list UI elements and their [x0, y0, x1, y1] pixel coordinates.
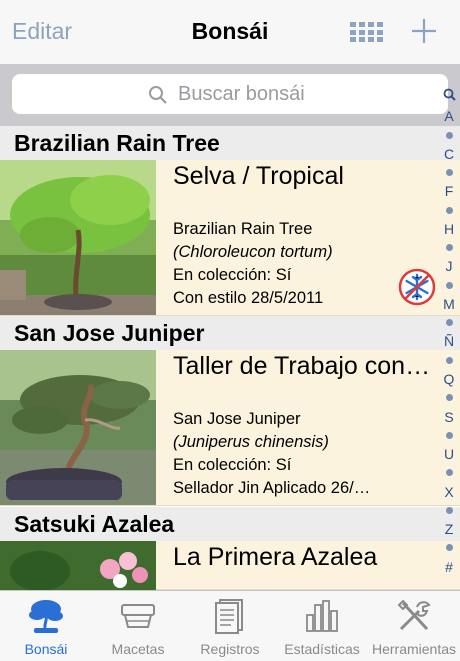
collection-status: En colección: Sí	[173, 266, 292, 284]
tab-bar: Bonsái Macetas Registros Estadísticas He…	[0, 590, 460, 661]
index-dot	[445, 431, 453, 439]
list-item[interactable]: Selva / Tropical Brazilian Rain Tree (Ch…	[0, 160, 460, 316]
collection-status: En colección: Sí	[173, 456, 292, 474]
search-icon	[149, 86, 167, 104]
tools-icon	[397, 599, 431, 631]
page-title: Bonsái	[191, 18, 269, 44]
index-dot	[445, 394, 453, 402]
index-letter[interactable]: A	[444, 109, 453, 123]
index-letter[interactable]: J	[446, 259, 453, 273]
index-dot	[445, 469, 453, 477]
last-event: Con estilo 28/5/2011	[173, 289, 324, 307]
section-header-label: Satsuki Azalea	[14, 511, 175, 537]
tab-herramientas[interactable]: Herramientas	[368, 591, 460, 661]
tab-macetas[interactable]: Macetas	[92, 591, 184, 661]
bonsai-details: San Jose Juniper (Juniperus chinensis) E…	[173, 408, 395, 500]
index-search-icon[interactable]	[443, 88, 456, 101]
index-dot	[445, 319, 453, 327]
last-event: Sellador Jin Aplicado 26/…	[173, 479, 371, 497]
pot-icon	[121, 604, 155, 628]
search-placeholder: Buscar bonsái	[178, 83, 305, 105]
section-header: Satsuki Azalea	[0, 507, 460, 541]
tab-estadisticas[interactable]: Estadísticas	[276, 591, 368, 661]
section-header-label: San Jose Juniper	[14, 320, 205, 346]
bonsai-title: La Primera Azalea	[173, 543, 378, 571]
common-name: San Jose Juniper	[173, 410, 301, 428]
index-dot	[445, 356, 453, 364]
index-dot	[445, 544, 453, 552]
index-dot	[445, 169, 453, 177]
tab-bonsai[interactable]: Bonsái	[0, 591, 92, 661]
navigation-bar: Editar Bonsái	[0, 0, 460, 64]
grid-view-icon[interactable]	[350, 22, 384, 42]
index-letter[interactable]: F	[445, 184, 454, 198]
bonsai-photo	[0, 160, 156, 315]
search-bar: Buscar bonsái	[0, 64, 460, 126]
bonsai-title: Selva / Tropical	[173, 162, 344, 190]
index-letter[interactable]: S	[444, 410, 453, 424]
index-dot	[445, 131, 453, 139]
index-letter[interactable]: U	[444, 447, 454, 461]
add-icon[interactable]	[410, 17, 438, 45]
tab-registros[interactable]: Registros	[184, 591, 276, 661]
search-input[interactable]: Buscar bonsái	[12, 74, 448, 114]
tab-label: Estadísticas	[284, 641, 360, 657]
tab-label: Herramientas	[371, 641, 457, 657]
index-letter[interactable]: C	[444, 147, 454, 161]
tab-label: Macetas	[111, 641, 165, 657]
index-letter[interactable]: #	[445, 560, 453, 574]
list-item[interactable]: Taller de Trabajo con… San Jose Juniper …	[0, 350, 460, 506]
index-letter[interactable]: Ñ	[444, 334, 454, 348]
scientific-name: (Chloroleucon tortum)	[173, 243, 333, 261]
tab-label: Bonsái	[24, 641, 68, 657]
index-letter[interactable]: M	[443, 297, 455, 311]
section-header-label: Brazilian Rain Tree	[14, 130, 220, 156]
index-dot	[445, 281, 453, 289]
no-frost-icon	[398, 268, 436, 306]
index-dot	[445, 244, 453, 252]
section-index[interactable]: A C F H J M Ñ Q S U X Z #	[438, 88, 460, 574]
index-letter[interactable]: H	[444, 222, 454, 236]
bonsai-title: Taller de Trabajo con…	[173, 352, 431, 380]
list-item[interactable]: La Primera Azalea	[0, 541, 460, 590]
section-header: Brazilian Rain Tree	[0, 126, 460, 160]
scientific-name: (Juniperus chinensis)	[173, 433, 329, 451]
common-name: Brazilian Rain Tree	[173, 220, 313, 238]
index-letter[interactable]: X	[444, 485, 453, 499]
tab-label: Registros	[200, 641, 260, 657]
index-dot	[445, 506, 453, 514]
document-icon	[215, 599, 243, 634]
bonsai-photo	[0, 541, 156, 590]
index-letter[interactable]: Q	[444, 372, 455, 386]
tree-icon	[29, 600, 63, 633]
index-letter[interactable]: Z	[445, 522, 454, 536]
bonsai-photo	[0, 350, 156, 505]
bar-chart-icon	[306, 600, 338, 632]
bonsai-details: Brazilian Rain Tree (Chloroleucon tortum…	[173, 218, 395, 310]
index-dot	[445, 206, 453, 214]
section-header: San Jose Juniper	[0, 316, 460, 350]
